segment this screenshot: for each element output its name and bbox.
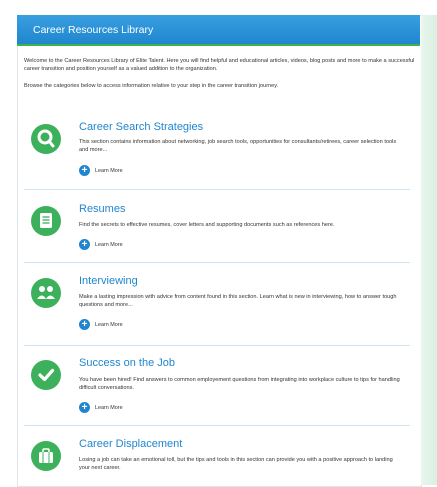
side-panel (421, 15, 437, 485)
divider (24, 425, 410, 426)
plus-icon[interactable]: + (79, 239, 90, 250)
intro-paragraph: Welcome to the Career Resources Library … (24, 58, 415, 72)
section-title[interactable]: Interviewing (79, 275, 138, 287)
section-title[interactable]: Career Displacement (79, 438, 182, 450)
plus-icon[interactable]: + (79, 165, 90, 176)
section-title[interactable]: Resumes (79, 203, 125, 215)
section-description: Make a lasting impression with advice fr… (79, 294, 397, 308)
page-title: Career Resources Library (33, 24, 154, 36)
learn-more-label[interactable]: Learn More (95, 322, 123, 328)
learn-more-link[interactable]: + Learn More (79, 402, 123, 413)
plus-icon[interactable]: + (79, 319, 90, 330)
search-icon (31, 124, 61, 154)
checkmark-icon (31, 360, 61, 390)
section-description: Find the secrets to effective resumes, c… (79, 222, 335, 228)
learn-more-link[interactable]: + Learn More (79, 239, 123, 250)
divider (24, 189, 410, 190)
section-description: Losing a job can take an emotional toll,… (79, 457, 393, 471)
learn-more-label[interactable]: Learn More (95, 168, 123, 174)
briefcase-icon (31, 441, 61, 471)
section-description: You have been hired! Find answers to com… (79, 377, 400, 391)
section-description: This section contains information about … (79, 139, 397, 153)
document-icon (31, 206, 61, 236)
learn-more-label[interactable]: Learn More (95, 242, 123, 248)
section-title[interactable]: Career Search Strategies (79, 121, 203, 133)
plus-icon[interactable]: + (79, 402, 90, 413)
learn-more-label[interactable]: Learn More (95, 405, 123, 411)
intro-instructions: Browse the categories below to access in… (24, 83, 279, 89)
learn-more-link[interactable]: + Learn More (79, 165, 123, 176)
learn-more-link[interactable]: + Learn More (79, 319, 123, 330)
divider (24, 262, 410, 263)
section-title[interactable]: Success on the Job (79, 357, 175, 369)
divider (24, 345, 410, 346)
people-icon (31, 278, 61, 308)
page-header: Career Resources Library (17, 15, 420, 46)
